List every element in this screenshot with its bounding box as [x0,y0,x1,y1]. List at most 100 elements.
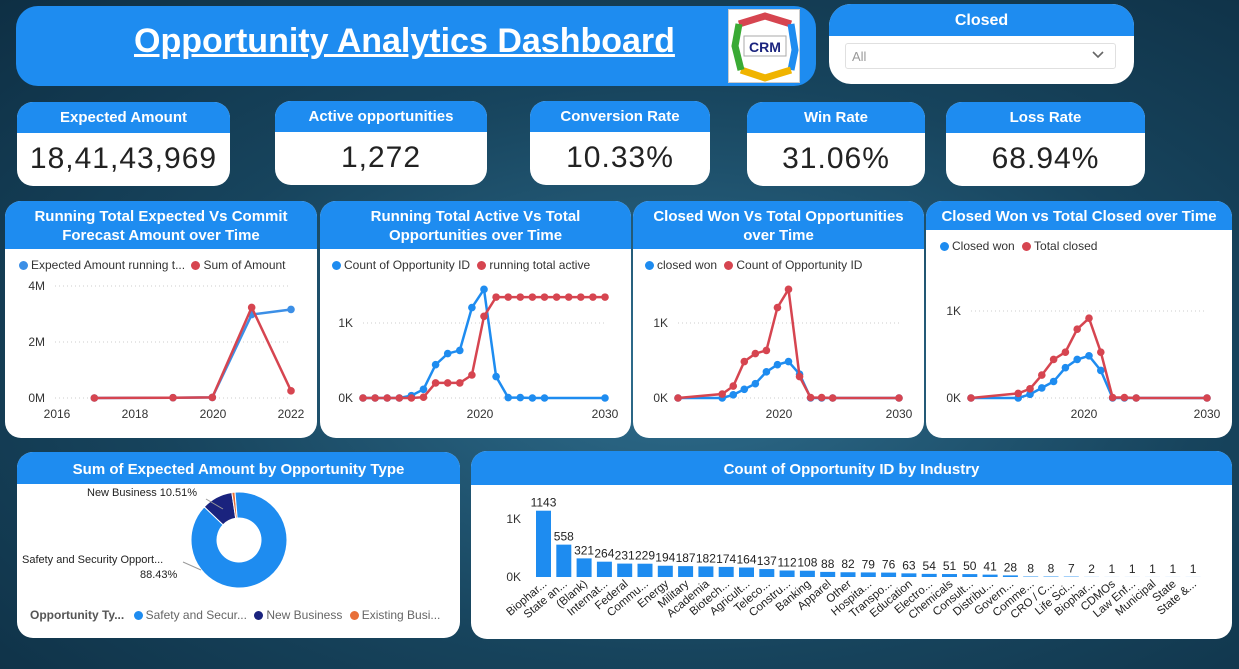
data-point[interactable] [1108,393,1117,402]
data-point[interactable] [1085,314,1093,322]
bar[interactable] [596,561,612,577]
data-point[interactable] [601,394,609,402]
data-point[interactable] [1026,385,1034,393]
data-point[interactable] [762,368,771,376]
data-point[interactable] [431,360,440,369]
data-point[interactable] [806,393,815,402]
data-point[interactable] [504,293,512,301]
data-point[interactable] [371,394,379,402]
data-point[interactable] [762,346,771,355]
data-point[interactable] [773,360,782,369]
data-point[interactable] [729,391,738,399]
bar[interactable] [698,566,714,577]
data-point[interactable] [740,357,749,366]
data-point[interactable] [1061,348,1070,356]
data-point[interactable] [419,385,428,394]
data-point[interactable] [1038,384,1046,392]
bar[interactable] [962,574,978,577]
data-point[interactable] [528,394,537,402]
data-point[interactable] [208,393,217,402]
bar[interactable] [942,574,957,577]
bar[interactable] [779,570,795,577]
data-point[interactable] [169,393,177,402]
data-point[interactable] [456,346,464,355]
data-point[interactable] [1203,394,1211,402]
data-point[interactable] [674,394,682,402]
bar[interactable] [860,572,876,577]
bar[interactable] [840,572,856,577]
bar[interactable] [881,572,897,577]
data-point[interactable] [90,394,99,402]
data-point[interactable] [456,379,464,387]
data-point[interactable] [468,303,476,312]
data-point[interactable] [443,379,452,387]
data-point[interactable] [359,394,367,402]
bar[interactable] [799,570,815,577]
data-point[interactable] [577,293,585,301]
data-point[interactable] [1061,363,1070,372]
data-point[interactable] [1049,377,1058,386]
closed-filter-dropdown[interactable]: All [845,43,1116,69]
data-point[interactable] [751,379,760,388]
data-point[interactable] [1097,348,1105,356]
data-point[interactable] [895,394,903,402]
data-point[interactable] [817,393,826,402]
data-point[interactable] [740,385,749,394]
data-point[interactable] [564,293,573,301]
data-point[interactable] [784,285,793,294]
data-point[interactable] [492,372,500,381]
data-point[interactable] [540,293,549,301]
bar[interactable] [921,573,937,577]
bar[interactable] [820,571,836,577]
data-point[interactable] [718,390,726,398]
bar[interactable] [759,569,775,577]
data-point[interactable] [1049,355,1058,364]
data-point[interactable] [1073,325,1081,334]
bar[interactable] [739,567,754,577]
data-point[interactable] [480,285,488,294]
data-point[interactable] [383,394,391,402]
data-point[interactable] [1120,393,1129,402]
data-point[interactable] [540,394,549,402]
data-point[interactable] [419,393,428,402]
data-point[interactable] [492,293,500,301]
bar[interactable] [556,544,572,577]
data-point[interactable] [395,394,404,402]
data-point[interactable] [1014,389,1022,398]
data-point[interactable] [468,371,476,379]
data-point[interactable] [287,387,295,395]
bar[interactable] [576,558,592,577]
data-point[interactable] [247,303,256,312]
data-point[interactable] [287,305,295,314]
bar[interactable] [678,566,694,577]
data-point[interactable] [443,349,452,358]
data-point[interactable] [784,357,793,366]
data-point[interactable] [773,303,782,312]
bar[interactable] [1002,575,1018,577]
data-point[interactable] [504,393,512,402]
bar[interactable] [982,574,998,577]
data-point[interactable] [480,312,488,321]
data-point[interactable] [552,293,561,301]
data-point[interactable] [967,394,975,402]
bar[interactable] [901,573,917,577]
data-point[interactable] [601,293,609,301]
data-point[interactable] [516,293,525,301]
bar[interactable] [637,563,653,577]
data-point[interactable] [516,393,525,402]
data-point[interactable] [1038,371,1046,379]
data-point[interactable] [528,293,537,301]
bar[interactable] [657,565,673,577]
data-point[interactable] [729,382,738,390]
data-point[interactable] [1132,394,1140,402]
data-point[interactable] [795,372,804,381]
bar[interactable] [718,566,734,577]
bar[interactable] [617,563,633,577]
data-point[interactable] [1085,352,1093,360]
data-point[interactable] [751,349,760,358]
bar[interactable] [536,510,551,577]
data-point[interactable] [589,293,597,301]
data-point[interactable] [407,394,416,402]
data-point[interactable] [1073,355,1081,364]
data-point[interactable] [1097,366,1105,375]
